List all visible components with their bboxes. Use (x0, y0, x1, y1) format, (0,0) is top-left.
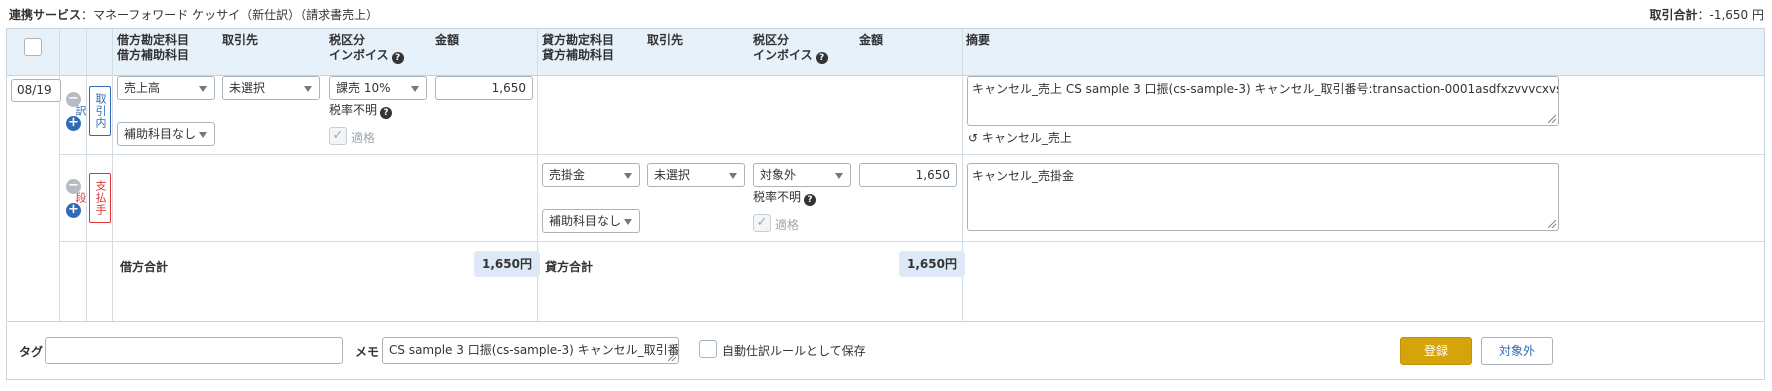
select-all-checkbox[interactable] (24, 38, 42, 56)
qualified-checkbox: ✓ (753, 214, 771, 232)
service-label: 連携サービス (9, 8, 82, 22)
divider (962, 29, 963, 321)
undo-icon: ↺ (968, 131, 979, 145)
header-debit-partner: 取引先 (222, 33, 259, 47)
credit-account-value: 売掛金 (549, 168, 586, 182)
caret-down-icon (411, 86, 419, 92)
date-input[interactable]: 08/19 (11, 79, 61, 102)
restore-memo-label: キャンセル_売上 (981, 131, 1072, 145)
credit-partner-select[interactable]: 未選択 (647, 163, 745, 187)
caret-down-icon (304, 86, 312, 92)
memo-text-2: キャンセル_売掛金 (972, 169, 1075, 183)
caret-down-icon (199, 132, 207, 138)
caret-down-icon (199, 86, 207, 92)
question-icon[interactable]: ? (804, 194, 817, 206)
row-divider (59, 154, 1764, 155)
tax-rate-note: 税率不明 (753, 190, 802, 204)
caret-down-icon (729, 173, 737, 179)
header-debit-tax: 税区分 (329, 33, 366, 47)
debit-partner-value: 未選択 (229, 81, 266, 95)
debit-sub-value: 補助科目なし (124, 127, 197, 141)
debit-account-value: 売上高 (124, 81, 161, 95)
question-icon[interactable]: ? (815, 52, 828, 64)
qualified-checkbox: ✓ (329, 127, 347, 145)
credit-sub-account-select[interactable]: 補助科目なし (542, 209, 640, 233)
total-label: 取引合計 (1649, 8, 1698, 22)
resize-handle-icon[interactable] (1548, 115, 1556, 123)
tax-rate-note: 税率不明 (329, 103, 378, 117)
credit-tax-value: 対象外 (760, 168, 797, 182)
credit-total-label: 貸方合計 (545, 260, 594, 274)
debit-partner-select[interactable]: 未選択 (222, 76, 320, 100)
divider (112, 29, 113, 321)
caret-down-icon (624, 173, 632, 179)
header-credit-partner: 取引先 (647, 33, 684, 47)
header-credit-invoice-label: インボイス (753, 48, 813, 62)
plus-circle-icon[interactable]: + (66, 203, 81, 218)
caret-down-icon (835, 173, 843, 179)
resize-handle-icon[interactable] (668, 353, 676, 361)
tag-label: タグ (19, 345, 44, 359)
qualified-label: 適格 (775, 218, 800, 232)
resize-handle-icon[interactable] (1548, 220, 1556, 228)
plus-circle-icon[interactable]: + (66, 116, 81, 131)
memo-input[interactable]: CS sample 3 口振(cs-sample-3) キャンセル_取引番 (382, 337, 679, 364)
divider (86, 29, 87, 321)
header-credit-invoice: インボイス? (753, 47, 828, 64)
divider (59, 29, 60, 321)
memo-textarea-2[interactable]: キャンセル_売掛金 (967, 163, 1559, 231)
register-button[interactable]: 登録 (1400, 337, 1472, 365)
header-credit-account: 貸方勘定科目 (542, 33, 615, 47)
tax-rate-unknown: 税率不明? (329, 101, 393, 119)
debit-tax-value: 課売 10% (336, 81, 391, 95)
question-icon[interactable]: ? (380, 107, 393, 119)
memo-label: メモ (355, 345, 380, 359)
row-type-tag-payment: 支払手段 (74, 173, 111, 223)
service-value: ：マネーフォワード ケッサイ（新仕訳）（請求書売上） (81, 8, 379, 22)
header-credit-sub-account: 貸方補助科目 (542, 48, 615, 62)
credit-total-value: 1,650円 (899, 251, 965, 277)
table-header (7, 29, 1764, 76)
top-bar: 連携サービス：マネーフォワード ケッサイ（新仕訳）（請求書売上） 取引合計：-1… (9, 6, 1764, 26)
header-memo: 摘要 (966, 33, 991, 47)
debit-total-label: 借方合計 (120, 260, 169, 274)
header-credit-tax: 税区分 (753, 33, 790, 47)
header-debit-amount: 金額 (435, 33, 460, 47)
memo-textarea-1[interactable]: キャンセル_売上 CS sample 3 口振(cs-sample-3) キャン… (967, 76, 1559, 126)
restore-memo-link[interactable]: ↺ キャンセル_売上 (968, 129, 1072, 146)
question-icon[interactable]: ? (391, 52, 404, 64)
divider (537, 29, 538, 321)
auto-rule-label[interactable]: 自動仕訳ルールとして保存 (722, 342, 866, 359)
bottom-bar: タグ メモ CS sample 3 口振(cs-sample-3) キャンセル_… (6, 323, 1765, 380)
exclude-button[interactable]: 対象外 (1481, 337, 1553, 365)
credit-partner-value: 未選択 (654, 168, 691, 182)
debit-sub-account-select[interactable]: 補助科目なし (117, 122, 215, 146)
memo-text-1: キャンセル_売上 CS sample 3 口振(cs-sample-3) キャン… (972, 82, 1559, 96)
qualified-label: 適格 (351, 131, 376, 145)
tax-rate-unknown: 税率不明? (753, 188, 817, 206)
credit-tax-select[interactable]: 対象外 (753, 163, 851, 187)
journal-table: 借方勘定科目 借方補助科目 取引先 税区分 インボイス? 金額 貸方勘定科目 貸… (6, 28, 1765, 322)
auto-rule-checkbox[interactable] (699, 340, 717, 358)
header-debit-invoice: インボイス? (329, 47, 404, 64)
memo-input-value: CS sample 3 口振(cs-sample-3) キャンセル_取引番 (389, 343, 679, 357)
debit-account-select[interactable]: 売上高 (117, 76, 215, 100)
debit-amount-input[interactable]: 1,650 (435, 76, 533, 100)
row-type-tag-breakdown: 取引内訳 (74, 86, 111, 136)
debit-tax-select[interactable]: 課売 10% (329, 76, 427, 100)
row-divider (59, 241, 1764, 242)
debit-total-value: 1,650円 (474, 251, 540, 277)
transaction-total: 取引合計：-1,650 円 (1649, 6, 1764, 23)
credit-amount-input[interactable]: 1,650 (859, 163, 957, 187)
credit-sub-value: 補助科目なし (549, 214, 622, 228)
header-debit-account: 借方勘定科目 (117, 33, 190, 47)
total-value: ：-1,650 円 (1697, 8, 1765, 22)
credit-account-select[interactable]: 売掛金 (542, 163, 640, 187)
header-debit-invoice-label: インボイス (329, 48, 389, 62)
caret-down-icon (624, 219, 632, 225)
tag-input[interactable] (45, 337, 343, 364)
header-debit-sub-account: 借方補助科目 (117, 48, 190, 62)
header-credit-amount: 金額 (859, 33, 884, 47)
